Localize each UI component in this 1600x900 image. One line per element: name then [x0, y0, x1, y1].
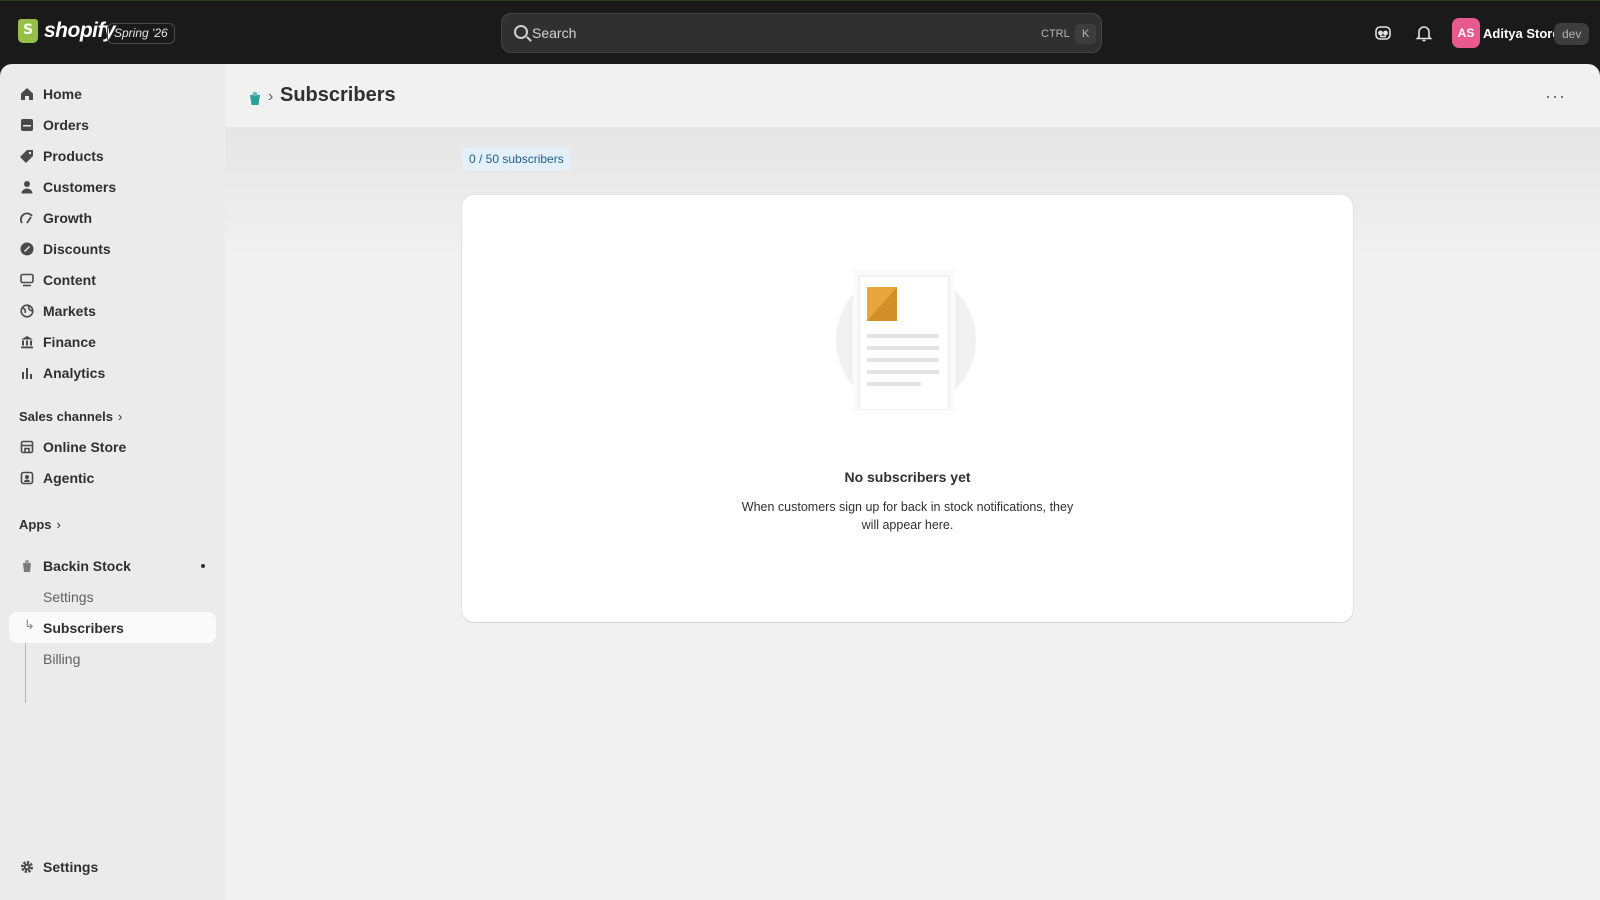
empty-state-card: No subscribers yet When customers sign u… — [462, 195, 1353, 622]
sidebar-subitem-subscribers[interactable]: ↳ Subscribers — [9, 612, 216, 643]
sidebar-item-products[interactable]: Products — [9, 140, 216, 171]
tree-branch-icon: ↳ — [24, 617, 35, 632]
bell-icon[interactable] — [1414, 23, 1434, 43]
logo-wordmark: shopify — [44, 19, 116, 42]
apps-label: Apps — [19, 517, 52, 532]
sales-channels-label: Sales channels — [19, 409, 113, 424]
sidebar-item-online-store[interactable]: Online Store — [9, 431, 216, 462]
sidebar-item-label: Discounts — [43, 240, 111, 257]
app-breadcrumb-icon[interactable] — [247, 90, 263, 106]
sidebar: Home Orders Products Customers Growth Di… — [0, 64, 225, 900]
empty-state-description: When customers sign up for back in stock… — [741, 500, 1074, 532]
sidebar-item-agentic[interactable]: Agentic — [9, 462, 216, 493]
sidebar-item-label: Growth — [43, 209, 92, 226]
sidebar-item-label: Home — [43, 85, 82, 102]
bar-chart-icon — [22, 367, 32, 379]
sidebar-item-label: Orders — [43, 116, 89, 133]
avatar[interactable]: AS — [1452, 18, 1480, 48]
sidebar-item-label: Content — [43, 271, 96, 288]
top-bar: shopify Spring '26 Search CTRL K AS Adit… — [0, 0, 1600, 64]
shopify-bag-icon — [18, 19, 38, 43]
sidebar-item-label: Customers — [43, 178, 117, 195]
search-placeholder: Search — [532, 25, 577, 41]
growth-icon — [20, 212, 33, 224]
home-icon — [21, 87, 33, 100]
empty-document-illustration — [836, 270, 976, 410]
person-icon — [21, 180, 33, 193]
sidebar-item-content[interactable]: Content — [9, 264, 216, 295]
sidebar-item-label: Settings — [43, 858, 99, 875]
sidebar-item-home[interactable]: Home — [9, 78, 216, 109]
sidebar-item-markets[interactable]: Markets — [9, 295, 216, 326]
store-icon — [20, 440, 34, 453]
edition-badge[interactable]: Spring '26 — [107, 23, 175, 44]
tag-icon — [20, 149, 33, 163]
sidebar-item-orders[interactable]: Orders — [9, 109, 216, 140]
store-name[interactable]: Aditya Store — [1483, 26, 1560, 41]
search-icon — [514, 25, 528, 39]
sidebar-item-backin-stock[interactable]: Backin Stock — [9, 550, 216, 581]
sidebar-item-analytics[interactable]: Analytics — [9, 357, 216, 388]
sidebar-item-label: Online Store — [43, 438, 127, 455]
sidebar-item-growth[interactable]: Growth — [9, 202, 216, 233]
sidebar-item-label: Markets — [43, 302, 96, 319]
more-actions-button[interactable]: ··· — [1545, 86, 1566, 107]
shortcut-ctrl: CTRL — [1041, 28, 1070, 40]
globe-icon — [20, 303, 34, 318]
sidebar-item-finance[interactable]: Finance — [9, 326, 216, 357]
subscriber-count-badge: 0 / 50 subscribers — [462, 147, 571, 171]
sidekick-icon[interactable] — [1373, 23, 1393, 43]
content-icon — [20, 273, 34, 286]
discount-icon — [20, 242, 34, 255]
sidebar-subitem-settings[interactable]: Settings — [9, 581, 216, 612]
sidebar-subitem-billing[interactable]: Billing — [9, 643, 216, 674]
env-badge: dev — [1554, 23, 1590, 45]
sidebar-item-label: Subscribers — [43, 619, 124, 636]
sidebar-item-label: Finance — [43, 333, 96, 350]
chevron-right-icon: › — [56, 517, 61, 532]
empty-state-title: No subscribers yet — [844, 469, 971, 485]
apps-header[interactable]: Apps › — [19, 517, 61, 532]
shopify-logo[interactable]: shopify — [18, 19, 116, 43]
sales-channels-header[interactable]: Sales channels › — [19, 409, 122, 424]
gear-icon — [21, 860, 33, 873]
sidebar-item-settings[interactable]: Settings — [9, 851, 216, 882]
sidebar-item-label: Billing — [43, 650, 81, 667]
sidebar-item-label: Products — [43, 147, 104, 164]
app-icon — [23, 559, 31, 572]
bank-icon — [21, 335, 33, 348]
chevron-right-icon: › — [117, 409, 123, 424]
sidebar-item-label: Agentic — [43, 469, 95, 486]
breadcrumb-separator: › — [268, 88, 274, 105]
unread-dot — [201, 564, 205, 568]
sidebar-item-label: Settings — [43, 588, 94, 605]
main-content: › Subscribers ··· 0 / 50 subscribers No … — [225, 64, 1600, 900]
sidebar-item-customers[interactable]: Customers — [9, 171, 216, 202]
page-title: Subscribers — [280, 84, 396, 106]
agentic-icon — [20, 471, 34, 484]
sidebar-item-discounts[interactable]: Discounts — [9, 233, 216, 264]
sidebar-item-label: Analytics — [43, 364, 106, 381]
sidebar-item-label: Backin Stock — [43, 557, 131, 574]
orders-icon — [21, 118, 33, 131]
search-input[interactable]: Search CTRL K — [501, 13, 1102, 53]
shortcut-k: K — [1075, 24, 1097, 44]
